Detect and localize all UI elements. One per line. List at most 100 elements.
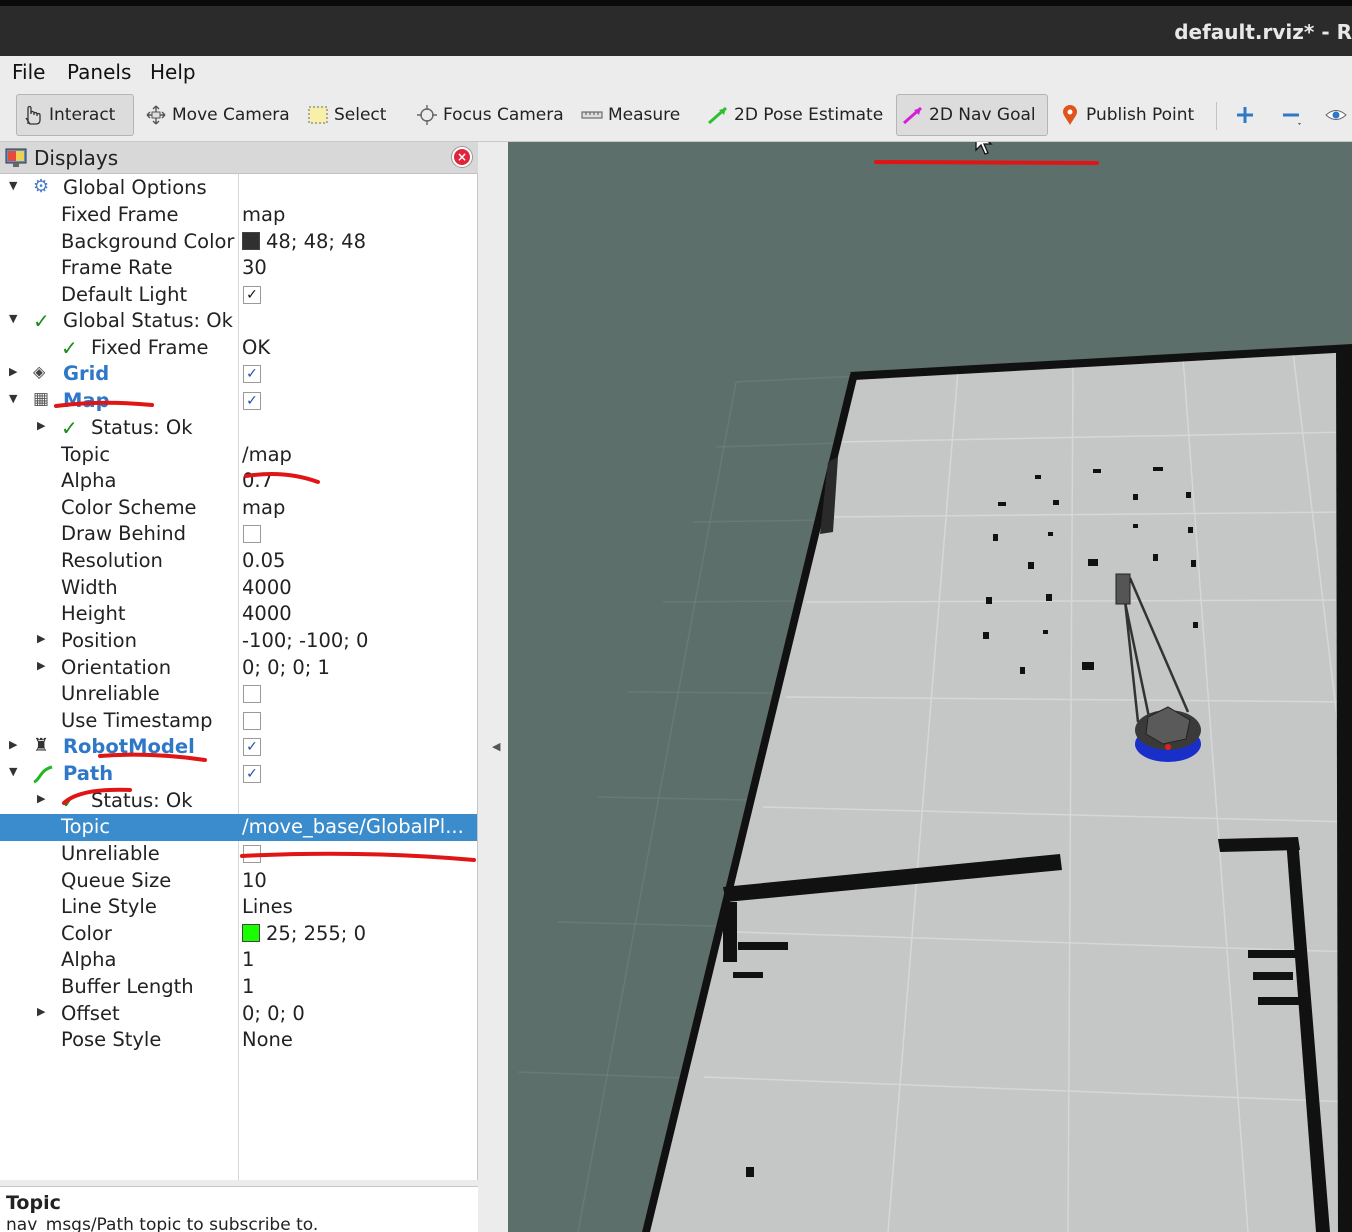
expand-arrow-icon[interactable]: ▼	[9, 312, 17, 325]
property-help-box: Topic nav_msgs/Path topic to subscribe t…	[0, 1186, 478, 1232]
tree-row-robot-model[interactable]: ▶ ♜ RobotModel ✓	[0, 734, 477, 761]
tool-toolbar: Interact Move Camera Select Focus Camera…	[0, 90, 1352, 142]
tree-row-orientation[interactable]: ▶ Orientation 0; 0; 0; 1	[0, 655, 477, 682]
row-name: Fixed Frame	[61, 203, 179, 226]
tree-row-map-unreliable[interactable]: Unreliable	[0, 681, 477, 708]
hand-pointer-icon	[21, 104, 45, 126]
publish-point-tool-button[interactable]: Publish Point	[1054, 94, 1198, 136]
menu-bar: File Panels Help	[0, 56, 1352, 90]
tree-row-position[interactable]: ▶ Position -100; -100; 0	[0, 628, 477, 655]
tree-row-color-scheme[interactable]: Color Scheme map	[0, 495, 477, 522]
tree-row-global-status[interactable]: ▼ ✓ Global Status: Ok	[0, 308, 477, 335]
collapse-arrow-icon[interactable]: ▶	[9, 738, 17, 751]
select-tool-button[interactable]: Select	[302, 94, 390, 136]
row-name: Offset	[61, 1002, 120, 1025]
focus-camera-tool-button[interactable]: Focus Camera	[411, 94, 568, 136]
panel-splitter[interactable]: ◀	[478, 142, 508, 1232]
tree-row-draw-behind[interactable]: Draw Behind	[0, 521, 477, 548]
row-value: 4000	[242, 576, 292, 599]
collapse-arrow-icon[interactable]: ▶	[9, 365, 17, 378]
tree-row-buffer-length[interactable]: Buffer Length 1	[0, 974, 477, 1001]
row-value[interactable]: 48; 48; 48	[242, 230, 366, 253]
add-tool-button[interactable]	[1230, 94, 1260, 136]
close-icon: ×	[456, 150, 468, 164]
row-value: 0.05	[242, 549, 286, 572]
collapse-arrow-icon[interactable]: ▶	[37, 419, 45, 432]
tree-row-height[interactable]: Height 4000	[0, 601, 477, 628]
tree-row-path-unreliable[interactable]: Unreliable	[0, 841, 477, 868]
tree-row-line-style[interactable]: Line Style Lines	[0, 894, 477, 921]
tree-row-fixed-frame-status[interactable]: ✓ Fixed Frame OK	[0, 335, 477, 362]
tree-row-global-options[interactable]: ▼ ⚙ Global Options	[0, 175, 477, 202]
displays-title: Displays	[34, 146, 119, 170]
tree-row-map[interactable]: ▼ ▦ Map ✓	[0, 388, 477, 415]
tree-row-background-color[interactable]: Background Color 48; 48; 48	[0, 229, 477, 256]
collapse-arrow-icon[interactable]: ▶	[37, 792, 45, 805]
tree-row-grid[interactable]: ▶ ◈ Grid ✓	[0, 361, 477, 388]
tree-row-map-topic[interactable]: Topic /map	[0, 442, 477, 469]
tree-row-default-light[interactable]: Default Light ✓	[0, 282, 477, 309]
measure-tool-button[interactable]: Measure	[576, 94, 684, 136]
publish-point-label: Publish Point	[1086, 105, 1195, 125]
pose-estimate-tool-button[interactable]: 2D Pose Estimate	[702, 94, 887, 136]
tree-row-pose-style[interactable]: Pose Style None	[0, 1027, 477, 1054]
tree-row-offset[interactable]: ▶ Offset 0; 0; 0	[0, 1001, 477, 1028]
view-tool-button[interactable]	[1320, 94, 1352, 136]
robot-model-enabled-checkbox[interactable]: ✓	[243, 738, 261, 756]
tree-row-width[interactable]: Width 4000	[0, 575, 477, 602]
menu-file[interactable]: File	[12, 60, 45, 84]
collapse-arrow-icon[interactable]: ▶	[37, 632, 45, 645]
path-enabled-checkbox[interactable]: ✓	[243, 765, 261, 783]
row-value[interactable]: map	[242, 203, 285, 226]
tree-row-path[interactable]: ▼ Path ✓	[0, 761, 477, 788]
menu-help[interactable]: Help	[150, 60, 196, 84]
map-pin-icon	[1058, 104, 1082, 126]
3d-viewport[interactable]	[508, 142, 1352, 1232]
row-name: Map	[63, 389, 110, 412]
collapse-arrow-icon[interactable]: ▶	[37, 1005, 45, 1018]
expand-arrow-icon[interactable]: ▼	[9, 765, 17, 778]
tree-row-path-color[interactable]: Color 25; 255; 0	[0, 921, 477, 948]
tree-row-frame-rate[interactable]: Frame Rate 30	[0, 255, 477, 282]
map-enabled-checkbox[interactable]: ✓	[243, 392, 261, 410]
remove-tool-button[interactable]	[1276, 94, 1306, 136]
tree-row-fixed-frame[interactable]: Fixed Frame map	[0, 202, 477, 229]
row-value[interactable]: Lines	[242, 895, 293, 918]
row-value[interactable]: 10	[242, 869, 267, 892]
map-unreliable-checkbox[interactable]	[243, 685, 261, 703]
row-value[interactable]: map	[242, 496, 285, 519]
row-value[interactable]: 1	[242, 975, 254, 998]
row-value[interactable]: 1	[242, 948, 254, 971]
row-value[interactable]: 0.7	[242, 469, 273, 492]
expand-arrow-icon[interactable]: ▼	[9, 179, 17, 192]
path-unreliable-checkbox[interactable]	[243, 845, 261, 863]
tree-row-map-status[interactable]: ▶ ✓ Status: Ok	[0, 415, 477, 442]
nav-goal-tool-button[interactable]: 2D Nav Goal	[896, 94, 1048, 136]
tree-row-path-topic[interactable]: Topic /move_base/GlobalPl...	[0, 814, 477, 841]
collapse-left-icon[interactable]: ◀	[492, 740, 500, 753]
tree-row-resolution[interactable]: Resolution 0.05	[0, 548, 477, 575]
row-value[interactable]: 25; 255; 0	[242, 922, 366, 945]
default-light-checkbox[interactable]: ✓	[243, 286, 261, 304]
tree-row-path-alpha[interactable]: Alpha 1	[0, 947, 477, 974]
menu-panels[interactable]: Panels	[67, 60, 131, 84]
grid-enabled-checkbox[interactable]: ✓	[243, 365, 261, 383]
row-name: Frame Rate	[61, 256, 173, 279]
row-value[interactable]: 30	[242, 256, 267, 279]
row-value[interactable]: 0; 0; 0	[242, 1002, 305, 1025]
draw-behind-checkbox[interactable]	[243, 525, 261, 543]
tree-row-map-alpha[interactable]: Alpha 0.7	[0, 468, 477, 495]
move-camera-tool-button[interactable]: Move Camera	[140, 94, 294, 136]
use-timestamp-checkbox[interactable]	[243, 712, 261, 730]
tree-row-queue-size[interactable]: Queue Size 10	[0, 868, 477, 895]
collapse-arrow-icon[interactable]: ▶	[37, 659, 45, 672]
tree-row-use-timestamp[interactable]: Use Timestamp	[0, 708, 477, 735]
row-value[interactable]: None	[242, 1028, 293, 1051]
row-value[interactable]: /map	[242, 443, 292, 466]
ruler-icon	[580, 104, 604, 126]
tree-row-path-status[interactable]: ▶ ✓ Status: Ok	[0, 788, 477, 815]
row-value[interactable]: /move_base/GlobalPl...	[242, 815, 464, 838]
close-panel-button[interactable]: ×	[452, 147, 472, 167]
expand-arrow-icon[interactable]: ▼	[9, 392, 17, 405]
interact-tool-button[interactable]: Interact	[16, 94, 134, 136]
